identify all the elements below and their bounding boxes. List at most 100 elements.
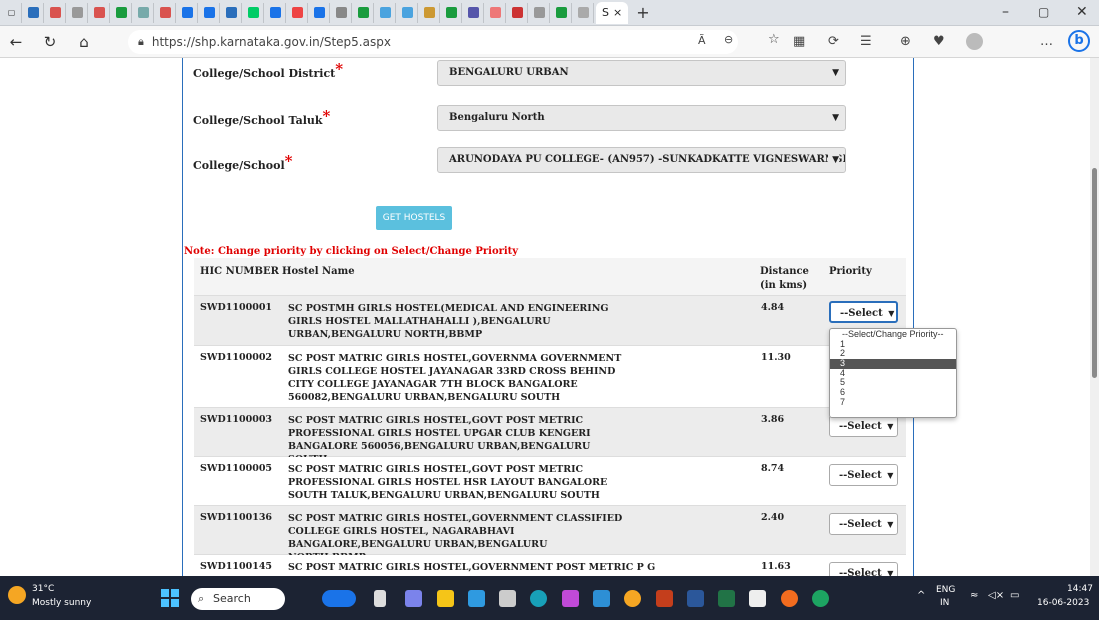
tab-favicon-8[interactable] — [178, 2, 198, 23]
school-select[interactable]: ARUNODAYA PU COLLEGE- (AN957) -SUNKADKAT… — [437, 147, 846, 173]
tab-favicon-7[interactable] — [156, 2, 176, 23]
priority-select[interactable]: --Select ▼ — [829, 415, 898, 437]
priority-option[interactable]: 4 — [830, 368, 956, 379]
back-icon[interactable]: ← — [2, 33, 30, 51]
priority-value: --Select — [839, 519, 882, 530]
weather-icon[interactable] — [8, 586, 26, 604]
language-code[interactable]: ENG — [936, 585, 955, 595]
bing-app-icon[interactable] — [322, 590, 356, 607]
tab-favicon-17[interactable] — [376, 2, 396, 23]
priority-option[interactable]: 7 — [830, 397, 956, 408]
get-hostels-button[interactable]: GET HOSTELS — [376, 206, 452, 230]
tab-favicon-6[interactable] — [134, 2, 154, 23]
active-tab[interactable]: S × — [596, 1, 629, 24]
windows-start-icon[interactable] — [161, 589, 179, 607]
firefox-icon[interactable] — [624, 590, 641, 607]
close-window-button[interactable]: ✕ — [1076, 4, 1088, 20]
weather-text[interactable]: Mostly sunny — [32, 598, 91, 608]
taskbar-search[interactable]: ⌕ Search — [191, 588, 285, 610]
tab-favicon-12[interactable] — [266, 2, 286, 23]
priority-option[interactable]: --Select/Change Priority-- — [830, 329, 956, 340]
mail-icon[interactable] — [468, 590, 485, 607]
powerpoint-icon[interactable] — [656, 590, 673, 607]
favorites-icon[interactable]: ☰ — [860, 34, 872, 49]
tab-favicon-2[interactable] — [46, 2, 66, 23]
priority-option[interactable]: 1 — [830, 339, 956, 350]
language-region[interactable]: IN — [940, 598, 949, 608]
tab-favicon-24[interactable] — [530, 2, 550, 23]
address-bar: ← ↻ ⌂ 🔒︎ https://shp.karnataka.gov.in/St… — [0, 26, 1099, 58]
volume-icon[interactable]: ◁× — [988, 590, 1004, 601]
clock-date[interactable]: 16-06-2023 — [1037, 598, 1089, 608]
app-icon-blue[interactable] — [593, 590, 610, 607]
priority-option[interactable]: 5 — [830, 378, 956, 388]
tab-favicon-3[interactable] — [68, 2, 88, 23]
read-aloud-icon[interactable]: Ã — [698, 34, 706, 47]
reader-icon[interactable]: ▦ — [793, 34, 805, 49]
tab-favicon-21[interactable] — [464, 2, 484, 23]
edge-icon[interactable] — [530, 590, 547, 607]
app-icon-orange[interactable] — [781, 590, 798, 607]
tab-favicon-5[interactable] — [112, 2, 132, 23]
teams-icon[interactable] — [405, 590, 422, 607]
priority-select[interactable]: --Select ▼ — [829, 301, 898, 323]
tab-favicon-15[interactable] — [332, 2, 352, 23]
tab-favicon-14[interactable] — [310, 2, 330, 23]
tab-favicon-10[interactable] — [222, 2, 242, 23]
notepad-icon[interactable] — [749, 590, 766, 607]
url-field[interactable]: 🔒︎ https://shp.karnataka.gov.in/Step5.as… — [128, 30, 780, 54]
zoom-icon[interactable]: ⊖ — [724, 33, 733, 46]
tab-favicon-22[interactable] — [486, 2, 506, 23]
wifi-icon[interactable]: ≈ — [970, 590, 978, 601]
store-icon[interactable] — [499, 590, 516, 607]
tab-favicon-25[interactable] — [552, 2, 572, 23]
home-icon[interactable]: ⌂ — [70, 33, 98, 51]
tab-favicon-20[interactable] — [442, 2, 462, 23]
app-icon-purple[interactable] — [562, 590, 579, 607]
priority-select[interactable]: --Select ▼ — [829, 464, 898, 486]
profile-avatar[interactable] — [966, 33, 983, 50]
tray-chevron-icon[interactable]: ^ — [917, 590, 925, 601]
tab-actions-icon[interactable]: ▢ — [2, 2, 22, 23]
task-view-icon[interactable] — [374, 590, 386, 607]
collections-icon[interactable]: ⊕ — [900, 34, 911, 49]
new-tab-button[interactable]: + — [636, 3, 649, 22]
tab-favicon-18[interactable] — [398, 2, 418, 23]
table-row: SWD1100136 SC POST MATRIC GIRLS HOSTEL,G… — [194, 506, 906, 563]
priority-option[interactable]: 6 — [830, 387, 956, 398]
tab-favicon-26[interactable] — [574, 2, 594, 23]
search-placeholder: Search — [213, 592, 251, 605]
chrome-icon[interactable] — [812, 590, 829, 607]
tab-favicon-4[interactable] — [90, 2, 110, 23]
priority-option-highlighted[interactable]: 3 — [830, 358, 956, 369]
taluk-select[interactable]: Bengaluru North ▼ — [437, 105, 846, 131]
tab-favicon-1[interactable] — [24, 2, 44, 23]
priority-select[interactable]: --Select ▼ — [829, 562, 898, 576]
tab-favicon-9[interactable] — [200, 2, 220, 23]
tab-favicon-11[interactable] — [244, 2, 264, 23]
priority-select[interactable]: --Select ▼ — [829, 513, 898, 535]
tab-favicon-19[interactable] — [420, 2, 440, 23]
page-scrollbar[interactable] — [1090, 58, 1099, 576]
maximize-button[interactable]: ▢ — [1038, 5, 1049, 19]
battery-icon[interactable]: ▭ — [1010, 590, 1019, 601]
refresh-icon[interactable]: ↻ — [36, 33, 64, 51]
priority-option[interactable]: 2 — [830, 349, 956, 359]
scrollbar-thumb[interactable] — [1092, 168, 1097, 378]
favorite-star-icon[interactable]: ☆ — [768, 32, 780, 47]
tab-favicon-13[interactable] — [288, 2, 308, 23]
file-explorer-icon[interactable] — [437, 590, 454, 607]
tab-favicon-16[interactable] — [354, 2, 374, 23]
excel-icon[interactable] — [718, 590, 735, 607]
tab-favicon-23[interactable] — [508, 2, 528, 23]
word-icon[interactable] — [687, 590, 704, 607]
bing-chat-icon[interactable]: b — [1068, 30, 1090, 52]
extensions-icon[interactable]: ⟳ — [828, 34, 839, 49]
performance-icon[interactable]: ♥ — [933, 34, 945, 49]
tab-close-icon[interactable]: × — [613, 6, 622, 19]
clock-time[interactable]: 14:47 — [1067, 584, 1093, 594]
district-select[interactable]: BENGALURU URBAN ▼ — [437, 60, 846, 86]
more-menu-icon[interactable]: … — [1040, 34, 1053, 49]
weather-temp[interactable]: 31°C — [32, 584, 54, 594]
minimize-button[interactable]: – — [1002, 4, 1009, 20]
